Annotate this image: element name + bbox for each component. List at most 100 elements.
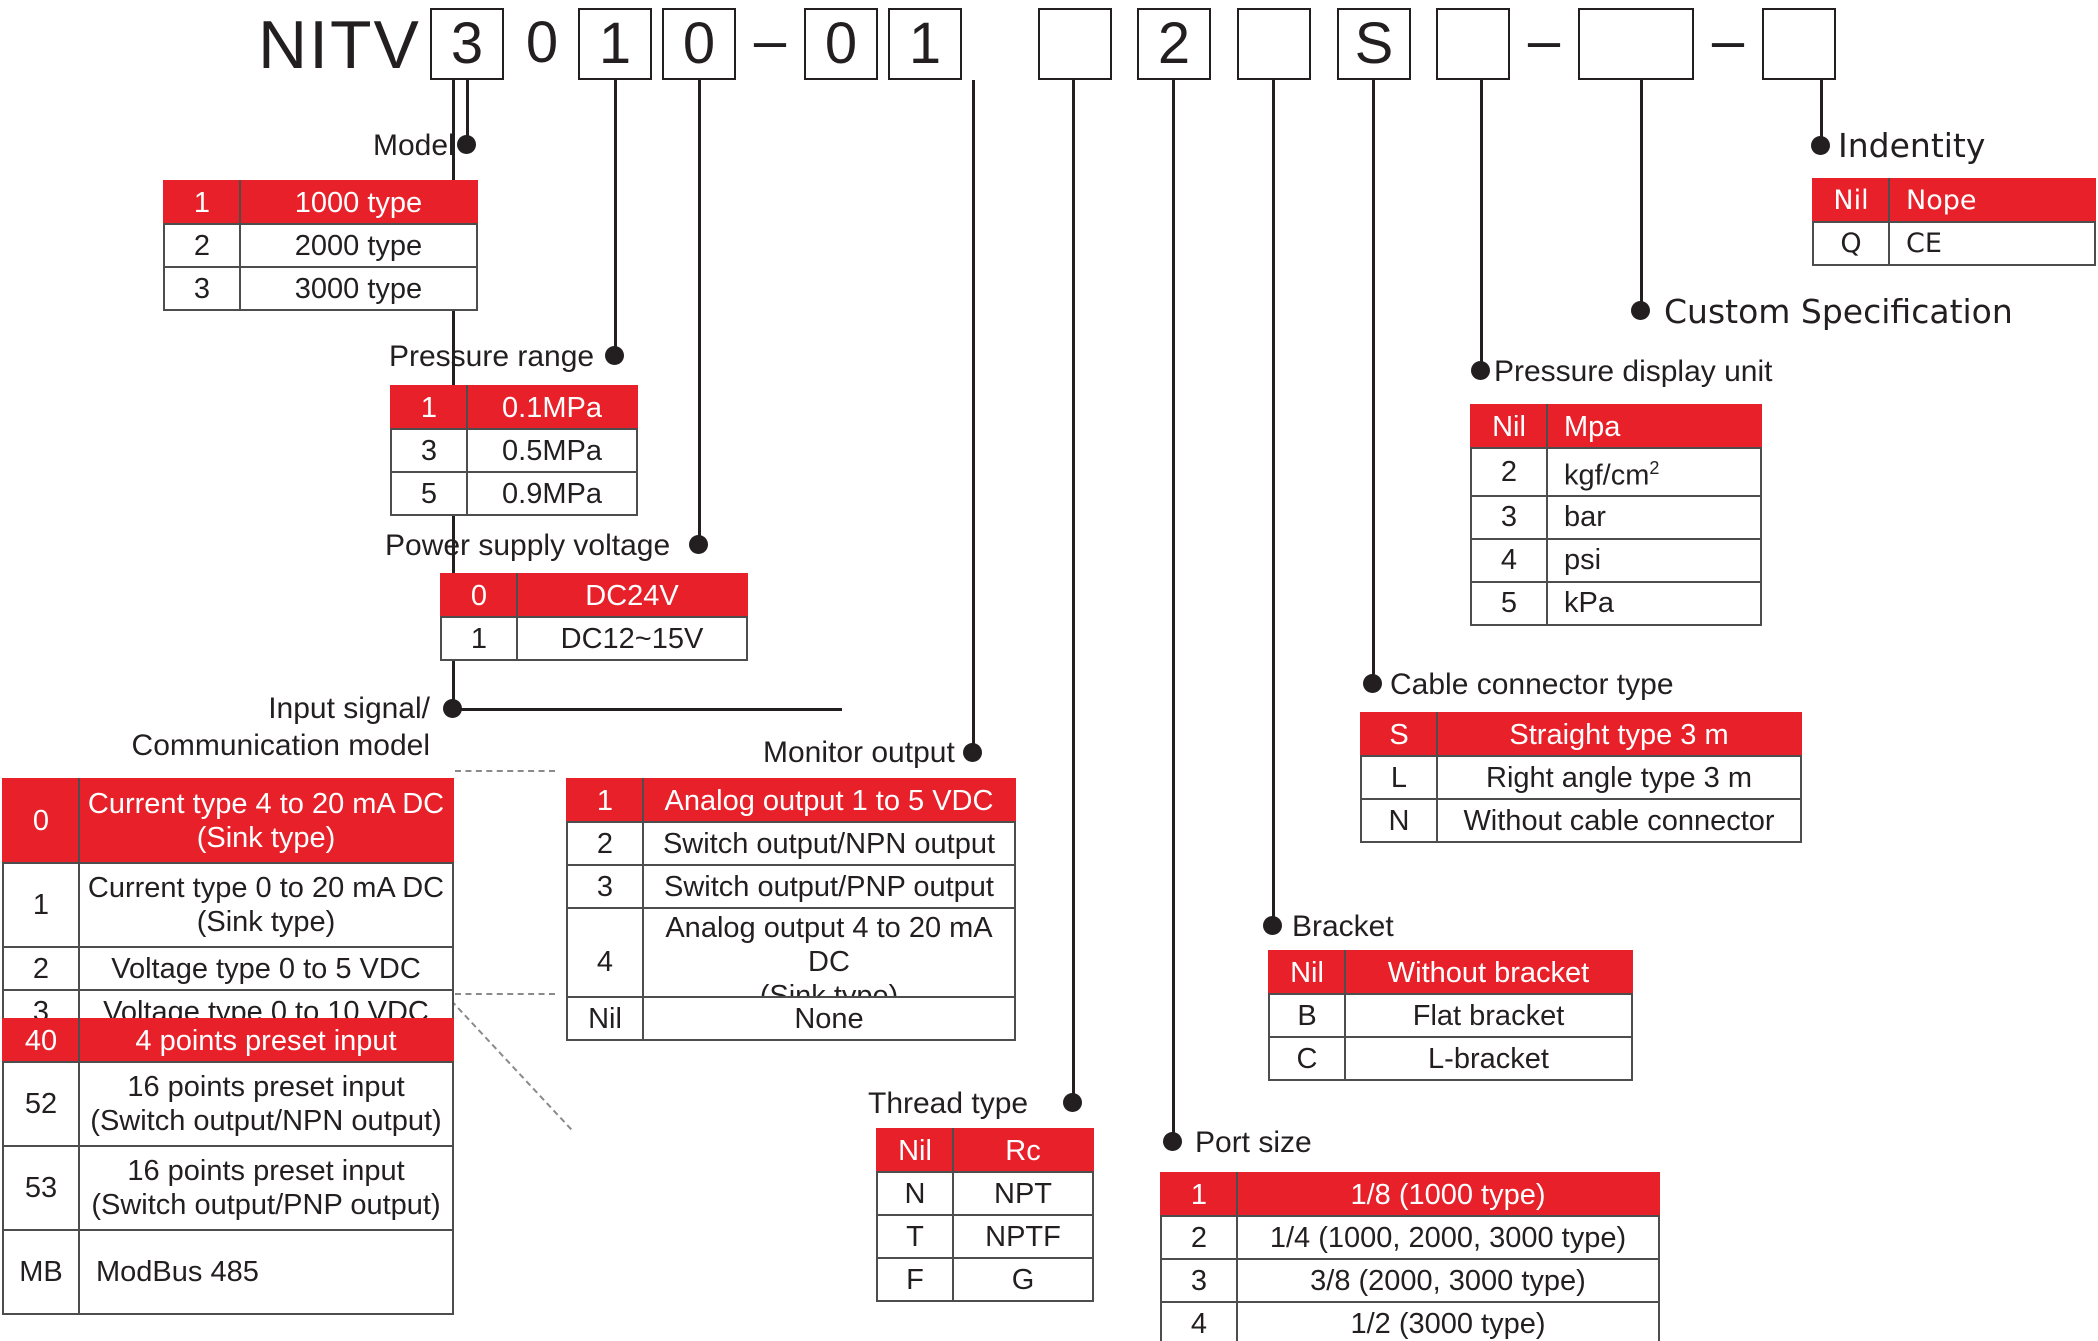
cell-key: 2: [1160, 1215, 1238, 1260]
table-row[interactable]: 1 Current type 0 to 20 mA DC (Sink type): [2, 862, 454, 948]
table-model: 1 1000 type 2 2000 type 3 3000 type: [163, 180, 478, 311]
table-row[interactable]: Nil Mpa: [1470, 404, 1762, 449]
table-power-supply-voltage: 0 DC24V 1 DC12~15V: [440, 573, 748, 661]
table-row[interactable]: 5 kPa: [1470, 580, 1762, 626]
table-row[interactable]: 1 0.1MPa: [390, 385, 638, 430]
leader-dot-thread-type: [1063, 1093, 1082, 1112]
dashed-connector-upper: [455, 770, 555, 772]
table-row[interactable]: 5 0.9MPa: [390, 471, 638, 516]
cell-value: DC12~15V: [516, 616, 748, 661]
table-row[interactable]: 40 4 points preset input: [2, 1018, 454, 1063]
table-bracket: Nil Without bracket B Flat bracket C L-b…: [1268, 950, 1633, 1081]
code-box-pressure-range[interactable]: 1: [578, 8, 652, 80]
leader-dot-identity: [1811, 136, 1830, 155]
cell-value: 2000 type: [239, 223, 478, 268]
leader-port-size: [1172, 80, 1175, 1140]
code-box-model[interactable]: 3: [430, 8, 504, 80]
code-brand: NITV: [258, 7, 421, 83]
caption-monitor-output: Monitor output: [763, 736, 955, 769]
leader-dot-pressure-display-unit: [1471, 361, 1490, 380]
cell-key: 2: [566, 821, 644, 866]
table-row[interactable]: Nil None: [566, 996, 1016, 1041]
cell-value: 1/4 (1000, 2000, 3000 type): [1236, 1215, 1660, 1260]
caption-cable-connector-type: Cable connector type: [1390, 668, 1674, 701]
cell-key: 2: [2, 946, 80, 991]
code-box-identity[interactable]: [1762, 8, 1836, 80]
code-box-input-signal-2[interactable]: 1: [888, 8, 962, 80]
table-row[interactable]: 3 bar: [1470, 494, 1762, 540]
dashed-connector-mid: [455, 993, 555, 995]
cell-value: 1/2 (3000 type): [1236, 1301, 1660, 1341]
table-row[interactable]: Nil Rc: [876, 1128, 1094, 1173]
table-row[interactable]: 2 kgf/cm2: [1470, 447, 1762, 497]
table-row[interactable]: 3 0.5MPa: [390, 428, 638, 473]
caption-model: Model: [373, 129, 455, 162]
cell-key: L: [1360, 755, 1438, 800]
cell-value: L-bracket: [1344, 1036, 1633, 1081]
table-row[interactable]: 2 Voltage type 0 to 5 VDC: [2, 946, 454, 991]
cell-value: 0.9MPa: [466, 471, 638, 516]
table-row[interactable]: Q CE: [1812, 221, 2096, 266]
table-row[interactable]: 52 16 points preset input (Switch output/…: [2, 1061, 454, 1147]
table-monitor-output-none: Nil None: [566, 996, 1016, 1041]
caption-identity: Indentity: [1838, 126, 1986, 165]
table-row[interactable]: 4 psi: [1470, 537, 1762, 583]
table-row[interactable]: C L-bracket: [1268, 1036, 1633, 1081]
cell-value: 1000 type: [239, 180, 478, 225]
table-row[interactable]: N NPT: [876, 1171, 1094, 1216]
code-box-port-size[interactable]: [1237, 8, 1311, 80]
table-row[interactable]: N Without cable connector: [1360, 798, 1802, 843]
table-row[interactable]: 2 1/4 (1000, 2000, 3000 type): [1160, 1215, 1660, 1260]
table-row[interactable]: L Right angle type 3 m: [1360, 755, 1802, 800]
cell-value: NPT: [952, 1171, 1094, 1216]
table-row[interactable]: 1 1/8 (1000 type): [1160, 1172, 1660, 1217]
table-row[interactable]: 4 1/2 (3000 type): [1160, 1301, 1660, 1341]
cell-key: Nil: [1812, 178, 1890, 223]
code-box-pressure-display-unit[interactable]: [1578, 8, 1694, 80]
table-row[interactable]: B Flat bracket: [1268, 993, 1633, 1038]
code-box-bracket[interactable]: [1436, 8, 1510, 80]
table-row[interactable]: 3 3/8 (2000, 3000 type): [1160, 1258, 1660, 1303]
cell-key: F: [876, 1257, 954, 1302]
leader-input-signal-h: [452, 708, 842, 711]
table-row[interactable]: 1 Analog output 1 to 5 VDC: [566, 778, 1016, 823]
table-row[interactable]: 53 16 points preset input (Switch output/…: [2, 1145, 454, 1231]
table-row[interactable]: S Straight type 3 m: [1360, 712, 1802, 757]
table-row[interactable]: 3 3000 type: [163, 266, 478, 311]
table-row[interactable]: MB ModBus 485: [2, 1229, 454, 1315]
table-row[interactable]: 1 1000 type: [163, 180, 478, 225]
table-row[interactable]: 0 DC24V: [440, 573, 748, 618]
code-box-cable-connector-type[interactable]: S: [1337, 8, 1411, 80]
cell-value: kgf/cm2: [1546, 447, 1762, 497]
cell-key: 5: [390, 471, 468, 516]
cell-value: 1/8 (1000 type): [1236, 1172, 1660, 1217]
cell-key: 1: [1160, 1172, 1238, 1217]
table-row[interactable]: Nil Without bracket: [1268, 950, 1633, 995]
table-row[interactable]: 1 DC12~15V: [440, 616, 748, 661]
code-box-input-signal[interactable]: 0: [804, 8, 878, 80]
cell-value: 3000 type: [239, 266, 478, 311]
table-row[interactable]: Nil Nope: [1812, 178, 2096, 223]
code-box-power-supply-voltage[interactable]: 0: [662, 8, 736, 80]
dashed-connector-lower: [450, 1000, 573, 1131]
table-row[interactable]: 2 2000 type: [163, 223, 478, 268]
table-row[interactable]: T NPTF: [876, 1214, 1094, 1259]
cell-value: CE: [1888, 221, 2096, 266]
table-row[interactable]: 0 Current type 4 to 20 mA DC (Sink type): [2, 778, 454, 864]
code-box-monitor-output[interactable]: [1038, 8, 1112, 80]
table-row[interactable]: 3 Switch output/PNP output: [566, 864, 1016, 909]
table-input-signal: 0 Current type 4 to 20 mA DC (Sink type) …: [2, 778, 454, 1034]
leader-thread-type: [1072, 80, 1075, 1102]
code-box-thread-type[interactable]: 2: [1137, 8, 1211, 80]
cell-value: 0.5MPa: [466, 428, 638, 473]
cell-key: 1: [2, 862, 80, 948]
cell-key: 4: [1160, 1301, 1238, 1341]
cell-key: 40: [2, 1018, 80, 1063]
cell-value: 16 points preset input (Switch output/NPN…: [78, 1061, 454, 1147]
cell-key: T: [876, 1214, 954, 1259]
table-row[interactable]: F G: [876, 1257, 1094, 1302]
table-row[interactable]: 2 Switch output/NPN output: [566, 821, 1016, 866]
cell-key: Q: [1812, 221, 1890, 266]
leader-dot-custom-spec: [1631, 301, 1650, 320]
leader-cable-connector: [1372, 80, 1375, 683]
